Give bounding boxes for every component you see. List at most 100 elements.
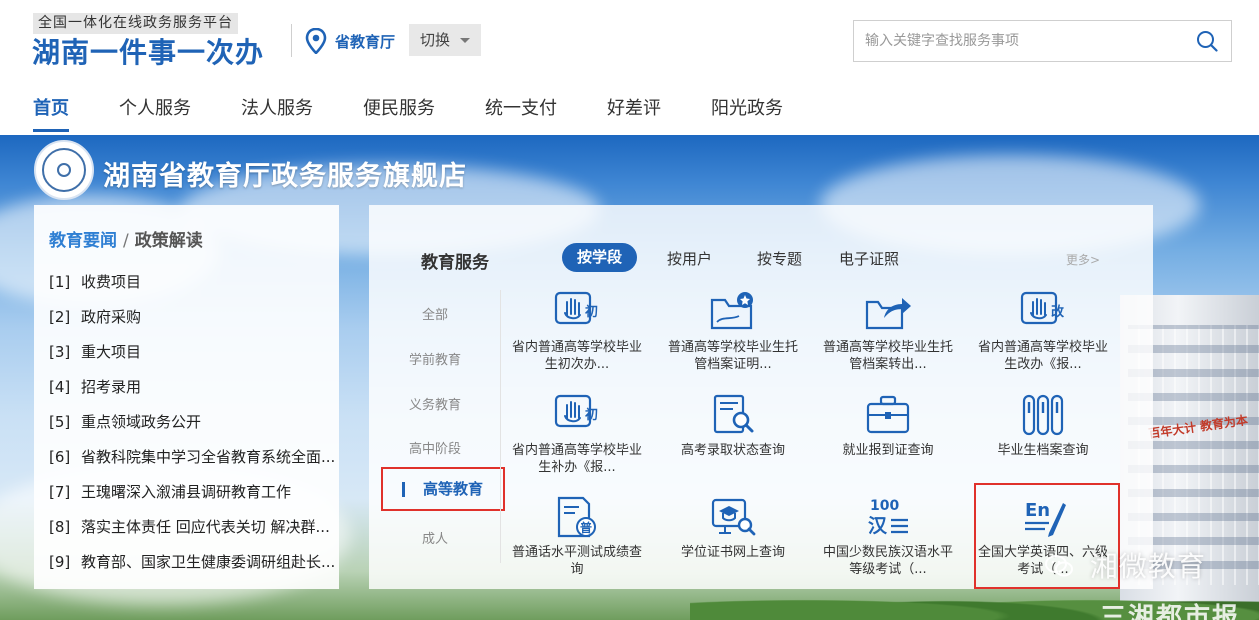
site-title[interactable]: 湖南一件事一次办 xyxy=(32,35,264,71)
icon-badge: 普 xyxy=(580,520,592,535)
icon-badge: 初 xyxy=(585,304,598,320)
icon-badge: 改 xyxy=(1051,304,1065,320)
tab-separator: / xyxy=(123,231,129,251)
archive-files-icon xyxy=(1022,394,1064,436)
news-panel: 教育要闻 / 政策解读 [1] 收费项目 [2] 政府采购 [3] 重大项目 [4] 招考录… xyxy=(34,205,339,589)
news-item[interactable]: [9] 教育部、国家卫生健康委调研组赴长... xyxy=(49,548,334,583)
news-number: [1] xyxy=(49,273,71,291)
news-tabs: 教育要闻 / 政策解读 xyxy=(49,226,203,251)
tab-by-user[interactable]: 按用户 xyxy=(667,248,712,269)
nav-item-payment[interactable]: 统一支付 xyxy=(485,94,557,120)
news-number: [7] xyxy=(49,483,71,501)
tab-by-topic[interactable]: 按专题 xyxy=(757,248,802,269)
nav-item-open-government[interactable]: 阳光政务 xyxy=(711,94,783,120)
folder-star-icon xyxy=(710,292,753,330)
education-department-logo xyxy=(34,140,94,200)
banner: 百年大计 教育为本 湖南省教育厅政务服务旗舰店 教育要闻 / 政策解读 [1] 收费项… xyxy=(0,135,1259,620)
nav-item-convenience[interactable]: 便民服务 xyxy=(363,94,435,120)
news-item[interactable]: [1] 收费项目 xyxy=(49,268,334,303)
search-icon[interactable] xyxy=(1196,30,1218,52)
watermark: 湘微教育 xyxy=(1044,545,1206,585)
nav-item-home[interactable]: 首页 xyxy=(33,94,69,120)
news-item[interactable]: [8] 落实主体责任 回应代表关切 解决群... xyxy=(49,513,334,548)
service-label: 省内普通高等学校毕业生初次办... xyxy=(511,340,642,372)
service-item[interactable]: 高考录取状态查询 xyxy=(658,393,808,459)
switch-location-button[interactable]: 切换 xyxy=(409,24,481,56)
service-item[interactable]: 初 省内普通高等学校毕业生初次办... xyxy=(502,290,652,373)
category-higher-education[interactable]: 高等教育 xyxy=(381,467,505,511)
news-list: [1] 收费项目 [2] 政府采购 [3] 重大项目 [4] 招考录用 [5] 重点领域政… xyxy=(49,268,334,583)
tab-education-news[interactable]: 教育要闻 xyxy=(49,231,117,251)
news-item[interactable]: [5] 重点领域政务公开 xyxy=(49,408,334,443)
nav-item-rating[interactable]: 好差评 xyxy=(607,94,661,120)
news-item[interactable]: [6] 省教科院集中学习全省教育系统全面... xyxy=(49,443,334,478)
header: 全国一体化在线政务服务平台 湖南一件事一次办 省教育厅 切换 首页 个人服务 法… xyxy=(0,0,1259,135)
logo-mark xyxy=(57,163,71,177)
service-item[interactable]: 改 省内普通高等学校毕业生改办《报... xyxy=(968,290,1118,373)
education-services-panel: 教育服务 按学段 按用户 按专题 电子证照 更多> 全部 学前教育 义务教育 高… xyxy=(369,205,1205,589)
category-preschool[interactable]: 学前教育 xyxy=(369,349,501,368)
active-category-indicator xyxy=(402,482,405,497)
nav-active-indicator xyxy=(33,129,69,132)
more-link[interactable]: 更多> xyxy=(1066,251,1100,268)
header-divider xyxy=(291,24,292,57)
hanyu-level-icon: 100 汉 xyxy=(868,498,908,537)
briefcase-icon xyxy=(866,395,910,434)
news-number: [5] xyxy=(49,413,71,431)
chevron-down-icon xyxy=(460,38,470,43)
news-number: [2] xyxy=(49,308,71,326)
service-item[interactable]: 普通高等学校毕业生托管档案转出... xyxy=(813,290,963,373)
category-label: 高等教育 xyxy=(423,480,484,498)
news-title: 政府采购 xyxy=(81,308,142,326)
category-compulsory[interactable]: 义务教育 xyxy=(369,394,501,413)
english-test-icon: En xyxy=(1025,500,1066,537)
corner-watermark: 三湘都市报 xyxy=(1100,603,1241,620)
news-number: [4] xyxy=(49,378,71,396)
tab-e-license[interactable]: 电子证照 xyxy=(839,248,899,269)
service-item[interactable]: 学位证书网上查询 xyxy=(658,495,808,561)
hand-first-icon: 初 xyxy=(554,291,598,325)
news-item[interactable]: [3] 重大项目 xyxy=(49,338,334,373)
store-title: 湖南省教育厅政务服务旗舰店 xyxy=(103,161,467,192)
watermark-text: 湘微教育 xyxy=(1089,550,1206,583)
service-label: 毕业生档案查询 xyxy=(997,443,1089,458)
news-item[interactable]: [7] 王瑰曙深入溆浦县调研教育工作 xyxy=(49,478,334,513)
main-nav: 首页 个人服务 法人服务 便民服务 统一支付 好差评 阳光政务 xyxy=(0,84,1259,135)
service-item[interactable]: 初 省内普通高等学校毕业生补办《报... xyxy=(502,393,652,476)
service-label: 普通高等学校毕业生托管档案证明... xyxy=(667,340,798,372)
category-high-school[interactable]: 高中阶段 xyxy=(369,438,501,457)
news-title: 教育部、国家卫生健康委调研组赴长... xyxy=(81,553,334,571)
news-title: 重大项目 xyxy=(81,343,142,361)
icon-badge: En xyxy=(1025,500,1050,521)
news-item[interactable]: [2] 政府采购 xyxy=(49,303,334,338)
news-item[interactable]: [4] 招考录用 xyxy=(49,373,334,408)
nav-item-legal-person[interactable]: 法人服务 xyxy=(241,94,313,120)
logo-ring xyxy=(42,148,86,192)
category-adult[interactable]: 成人 xyxy=(369,528,501,547)
location-name: 省教育厅 xyxy=(335,33,396,51)
category-all[interactable]: 全部 xyxy=(369,304,501,323)
service-item[interactable]: 普通高等学校毕业生托管档案证明... xyxy=(658,290,808,373)
news-title: 落实主体责任 回应代表关切 解决群... xyxy=(81,518,330,536)
service-item[interactable]: 就业报到证查询 xyxy=(813,393,963,459)
tab-policy-interpretation[interactable]: 政策解读 xyxy=(135,231,203,251)
tab-by-stage[interactable]: 按学段 xyxy=(562,243,638,272)
search-input[interactable] xyxy=(854,21,1184,61)
platform-tag: 全国一体化在线政务服务平台 xyxy=(33,13,238,34)
hand-change-icon: 改 xyxy=(1020,291,1065,325)
news-title: 省教科院集中学习全省教育系统全面... xyxy=(81,448,334,466)
degree-search-icon xyxy=(711,498,756,536)
service-item[interactable]: 100 汉 中国少数民族汉语水平等级考试（... xyxy=(813,495,963,578)
icon-badge: 初 xyxy=(585,407,598,423)
service-label: 中国少数民族汉语水平等级考试（... xyxy=(822,545,953,577)
news-number: [9] xyxy=(49,553,71,571)
service-item[interactable]: 毕业生档案查询 xyxy=(968,393,1118,459)
location-pin-icon xyxy=(305,28,327,54)
services-title: 教育服务 xyxy=(421,253,489,273)
news-title: 收费项目 xyxy=(81,273,142,291)
document-search-icon xyxy=(713,394,754,434)
service-label: 普通话水平测试成绩查询 xyxy=(511,545,642,577)
nav-item-personal[interactable]: 个人服务 xyxy=(119,94,191,120)
switch-label: 切换 xyxy=(420,31,451,49)
service-item[interactable]: 普 普通话水平测试成绩查询 xyxy=(502,495,652,578)
